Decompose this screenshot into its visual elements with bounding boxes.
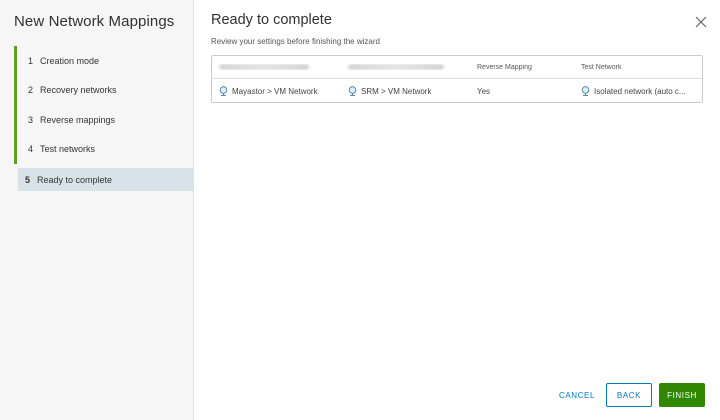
finish-button[interactable]: FINISH bbox=[659, 383, 705, 407]
step-label: Test networks bbox=[40, 144, 96, 155]
step-number: 4 bbox=[28, 144, 34, 155]
cell-reverse-mapping: Yes bbox=[470, 87, 574, 96]
cell-test-network: Isolated network (auto c... bbox=[574, 86, 702, 96]
close-icon[interactable] bbox=[694, 15, 708, 29]
step-number: 1 bbox=[28, 55, 34, 66]
network-icon bbox=[348, 86, 357, 96]
cancel-button[interactable]: CANCEL bbox=[553, 383, 601, 407]
test-network-value: Isolated network (auto c... bbox=[594, 86, 686, 96]
page-title: Ready to complete bbox=[211, 12, 332, 28]
network-icon bbox=[219, 86, 228, 96]
wizard-title: New Network Mappings bbox=[14, 13, 175, 30]
back-button[interactable]: BACK bbox=[606, 383, 652, 407]
step-creation-mode[interactable]: 1 Creation mode bbox=[14, 46, 194, 76]
cell-target: SRM > VM Network bbox=[341, 86, 470, 96]
wizard-sidebar: New Network Mappings 1 Creation mode 2 R… bbox=[0, 0, 194, 420]
header-target[interactable] bbox=[341, 64, 470, 70]
step-number: 5 bbox=[25, 174, 31, 185]
network-icon bbox=[581, 86, 590, 96]
step-label: Recovery networks bbox=[40, 85, 117, 96]
redacted-text bbox=[348, 64, 444, 70]
table-header: Reverse Mapping Test Network bbox=[212, 56, 702, 79]
header-test-network[interactable]: Test Network bbox=[574, 64, 702, 71]
header-source[interactable] bbox=[212, 64, 341, 70]
step-test-networks[interactable]: 4 Test networks bbox=[14, 134, 194, 164]
target-network: SRM > VM Network bbox=[361, 86, 432, 96]
step-number: 3 bbox=[28, 114, 34, 125]
wizard-main: Ready to complete Review your settings b… bbox=[211, 0, 720, 420]
step-ready-to-complete[interactable]: 5 Ready to complete bbox=[18, 168, 194, 191]
step-label: Reverse mappings bbox=[40, 114, 116, 125]
step-recovery-networks[interactable]: 2 Recovery networks bbox=[14, 75, 194, 105]
page-subtitle: Review your settings before finishing th… bbox=[211, 37, 380, 46]
reverse-mapping-value: Yes bbox=[477, 86, 491, 96]
step-label: Ready to complete bbox=[37, 174, 113, 185]
step-label: Creation mode bbox=[40, 55, 100, 66]
summary-table: Reverse Mapping Test Network Mayastor > … bbox=[211, 55, 703, 103]
cell-source: Mayastor > VM Network bbox=[212, 86, 341, 96]
step-number: 2 bbox=[28, 85, 34, 96]
redacted-text bbox=[219, 64, 309, 70]
header-reverse-mapping[interactable]: Reverse Mapping bbox=[470, 64, 574, 71]
step-reverse-mappings[interactable]: 3 Reverse mappings bbox=[14, 105, 194, 135]
source-network: Mayastor > VM Network bbox=[232, 86, 318, 96]
wizard-steps: 1 Creation mode 2 Recovery networks 3 Re… bbox=[14, 46, 194, 191]
table-row: Mayastor > VM Network SRM > VM Network Y… bbox=[212, 79, 702, 103]
